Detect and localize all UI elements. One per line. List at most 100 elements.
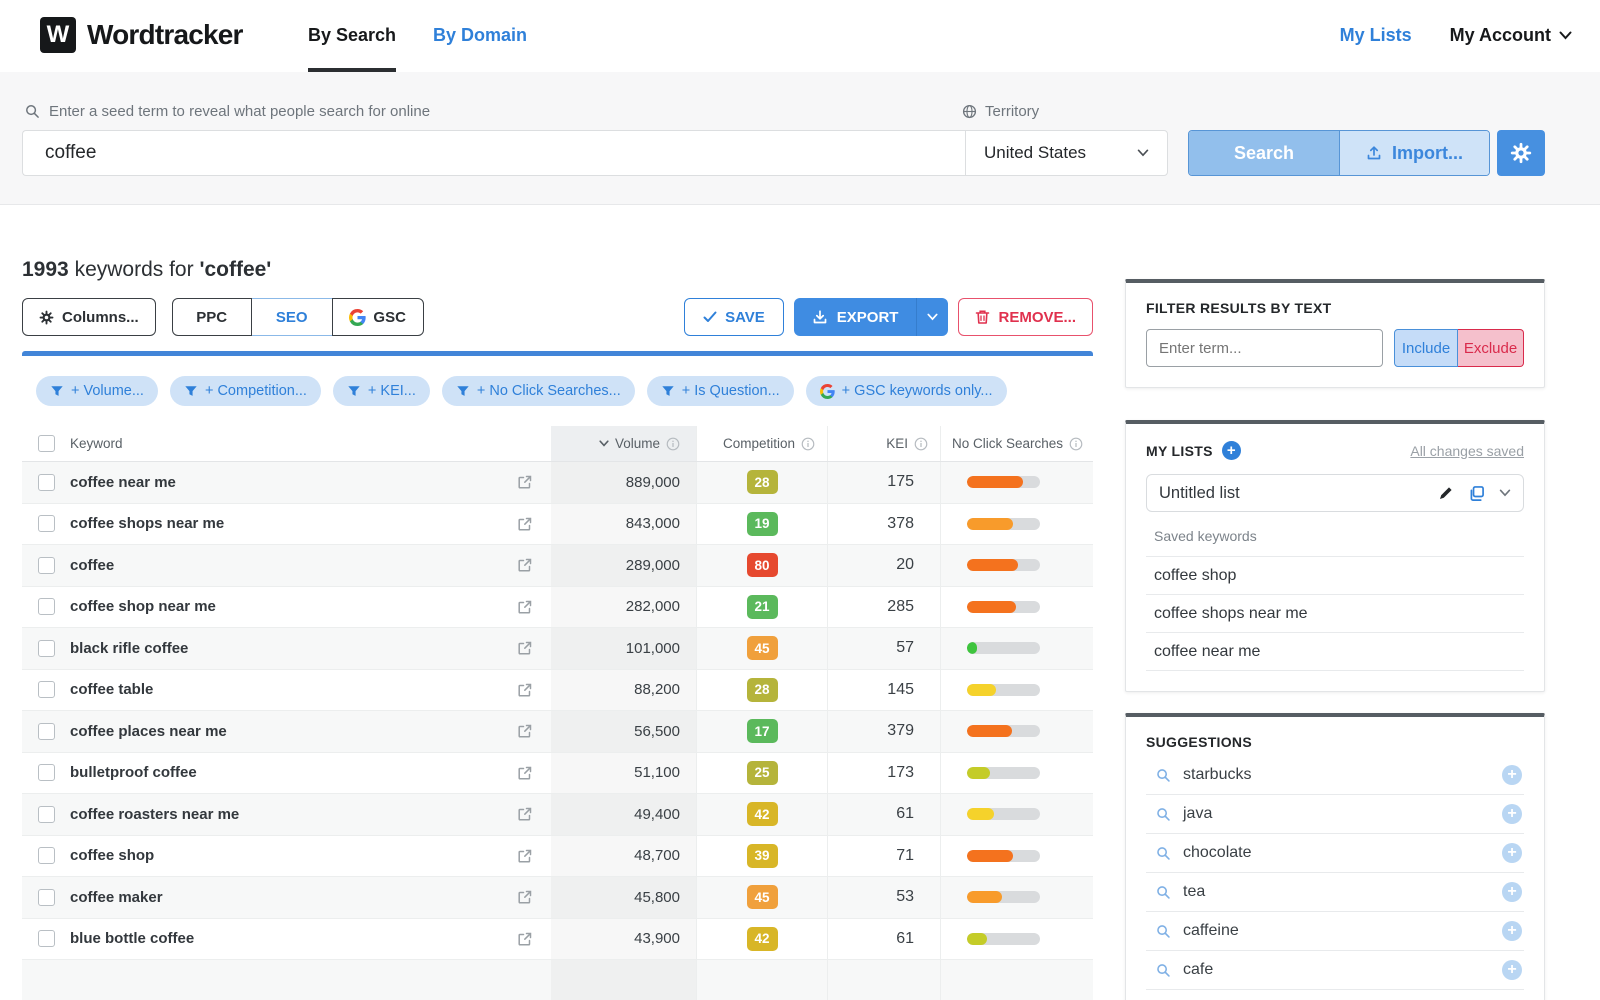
external-link-icon[interactable]	[517, 765, 533, 781]
seed-term-input[interactable]	[22, 130, 965, 176]
suggestion-item[interactable]: cafe +	[1146, 951, 1524, 990]
row-checkbox[interactable]	[38, 847, 55, 865]
table-row[interactable]: coffee places near me 56,500 17 379	[22, 711, 1093, 753]
settings-button[interactable]	[1497, 130, 1545, 176]
filter-chip[interactable]: + Is Question...	[646, 376, 794, 406]
save-button[interactable]: SAVE	[684, 298, 784, 336]
my-lists-link[interactable]: My Lists	[1340, 25, 1412, 46]
tab-by-search[interactable]: By Search	[308, 25, 397, 72]
add-suggestion-button[interactable]: +	[1502, 960, 1522, 980]
add-suggestion-button[interactable]: +	[1502, 765, 1522, 785]
suggestion-item[interactable]: tea +	[1146, 873, 1524, 912]
include-toggle[interactable]: Include	[1394, 329, 1458, 367]
column-header-no-click[interactable]: No Click Searches	[940, 426, 1093, 461]
external-link-icon[interactable]	[517, 640, 533, 656]
table-row[interactable]: coffee roasters near me 49,400 42 61	[22, 794, 1093, 836]
add-list-button[interactable]: +	[1221, 441, 1241, 460]
table-row[interactable]: black rifle coffee 101,000 45 57	[22, 628, 1093, 670]
table-row[interactable]: coffee 289,000 80 20	[22, 545, 1093, 587]
external-link-icon[interactable]	[517, 889, 533, 905]
suggestion-item[interactable]: chocolate +	[1146, 834, 1524, 873]
volume-cell: 88,200	[551, 670, 696, 711]
territory-select[interactable]: United States	[965, 130, 1168, 176]
tab-by-domain[interactable]: By Domain	[433, 25, 527, 46]
table-row[interactable]: coffee shops near me 843,000 19 378	[22, 503, 1093, 545]
add-suggestion-button[interactable]: +	[1502, 804, 1522, 824]
columns-button[interactable]: Columns...	[22, 298, 156, 336]
saved-keyword-item[interactable]: coffee near me	[1146, 633, 1524, 671]
edit-pencil-icon[interactable]	[1438, 485, 1454, 501]
ppc-tab[interactable]: PPC	[171, 298, 252, 336]
add-suggestion-button[interactable]: +	[1502, 882, 1522, 902]
funnel-icon	[348, 386, 360, 396]
select-all-checkbox[interactable]	[38, 435, 55, 452]
search-button[interactable]: Search	[1189, 131, 1339, 175]
column-header-keyword[interactable]: Keyword	[70, 436, 123, 451]
kei-cell: 145	[827, 669, 940, 710]
saved-keyword-item[interactable]: coffee shops near me	[1146, 595, 1524, 633]
exclude-toggle[interactable]: Exclude	[1458, 329, 1524, 367]
table-row[interactable]: coffee shop near me 282,000 21 285	[22, 586, 1093, 628]
suggestion-item[interactable]: starbucks +	[1146, 756, 1524, 795]
row-checkbox[interactable]	[38, 805, 55, 823]
external-link-icon[interactable]	[517, 723, 533, 739]
row-checkbox[interactable]	[38, 473, 55, 491]
table-row[interactable]: coffee shop 48,700 39 71	[22, 835, 1093, 877]
import-button[interactable]: Import...	[1339, 131, 1489, 175]
external-link-icon[interactable]	[517, 474, 533, 490]
wordtracker-logo[interactable]: W Wordtracker	[40, 17, 243, 53]
suggestion-item[interactable]: caffeine +	[1146, 912, 1524, 951]
suggestion-item[interactable]: java +	[1146, 795, 1524, 834]
search-icon	[1157, 924, 1170, 938]
external-link-icon[interactable]	[517, 682, 533, 698]
external-link-icon[interactable]	[517, 848, 533, 864]
external-link-icon[interactable]	[517, 806, 533, 822]
table-row[interactable]: coffee maker 45,800 45 53	[22, 877, 1093, 919]
filter-chip[interactable]: + Competition...	[169, 376, 321, 406]
no-click-bar	[966, 766, 1040, 779]
volume-cell: 101,000	[551, 628, 696, 669]
suggestion-term: starbucks	[1183, 766, 1252, 783]
filter-chip[interactable]: + GSC keywords only...	[805, 376, 1007, 406]
column-header-competition[interactable]: Competition	[696, 426, 827, 461]
row-checkbox[interactable]	[38, 639, 55, 657]
external-link-icon[interactable]	[517, 516, 533, 532]
filter-chip[interactable]: + KEI...	[332, 376, 430, 406]
external-link-icon[interactable]	[517, 557, 533, 573]
chevron-down-icon[interactable]	[1499, 489, 1511, 497]
saved-keyword-item[interactable]: coffee shop	[1146, 557, 1524, 595]
external-link-icon[interactable]	[517, 931, 533, 947]
add-suggestion-button[interactable]: +	[1502, 843, 1522, 863]
my-account-menu[interactable]: My Account	[1450, 25, 1572, 46]
filter-chip[interactable]: + Volume...	[36, 376, 158, 406]
row-checkbox[interactable]	[38, 722, 55, 740]
list-selector[interactable]: Untitled list	[1146, 474, 1524, 512]
row-checkbox[interactable]	[38, 556, 55, 574]
duplicate-icon[interactable]	[1468, 485, 1485, 502]
row-checkbox[interactable]	[38, 681, 55, 699]
kei-value: 379	[887, 722, 914, 740]
results-area: 1993 keywords for 'coffee' Columns... PP…	[22, 258, 1093, 1000]
filter-term-input[interactable]	[1146, 329, 1383, 367]
row-checkbox[interactable]	[38, 930, 55, 948]
column-header-kei[interactable]: KEI	[827, 426, 940, 461]
row-checkbox[interactable]	[38, 888, 55, 906]
row-checkbox[interactable]	[38, 598, 55, 616]
competition-badge: 28	[746, 677, 778, 702]
column-header-volume[interactable]: Volume	[551, 426, 696, 461]
table-row[interactable]: coffee near me 889,000 28 175	[22, 462, 1093, 504]
external-link-icon[interactable]	[517, 599, 533, 615]
table-row[interactable]: blue bottle coffee 43,900 42 61	[22, 918, 1093, 960]
all-changes-saved-link[interactable]: All changes saved	[1410, 443, 1524, 459]
seo-tab[interactable]: SEO	[251, 298, 332, 336]
row-checkbox[interactable]	[38, 515, 55, 533]
export-options-button[interactable]	[916, 298, 949, 336]
gsc-tab[interactable]: GSC	[331, 298, 424, 336]
table-row[interactable]: bulletproof coffee 51,100 25 173	[22, 752, 1093, 794]
row-checkbox[interactable]	[38, 764, 55, 782]
remove-button[interactable]: REMOVE...	[958, 298, 1093, 336]
add-suggestion-button[interactable]: +	[1502, 921, 1522, 941]
table-row[interactable]: coffee table 88,200 28 145	[22, 669, 1093, 711]
filter-chip[interactable]: + No Click Searches...	[441, 376, 635, 406]
export-button[interactable]: EXPORT	[793, 298, 917, 336]
